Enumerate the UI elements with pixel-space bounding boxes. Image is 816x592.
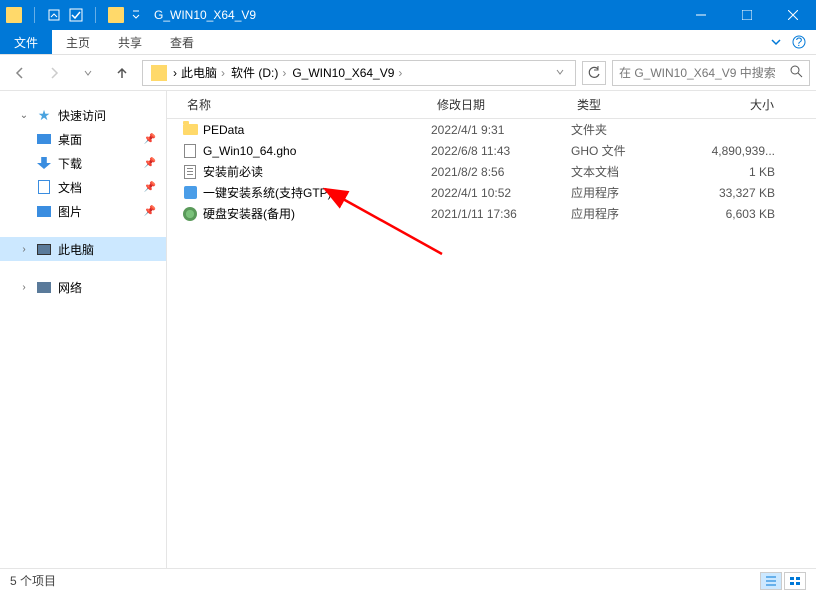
disk-icon	[183, 207, 197, 221]
refresh-button[interactable]	[582, 61, 606, 85]
crumb-folder[interactable]: G_WIN10_X64_V9›	[290, 66, 404, 80]
nav-documents[interactable]: 文档📌	[0, 175, 166, 199]
title-bar: G_WIN10_X64_V9	[0, 0, 816, 30]
chevron-right-icon[interactable]: ›	[18, 282, 30, 293]
nav-quick-access[interactable]: ⌄ ★ 快速访问	[0, 103, 166, 127]
chevron-down-icon[interactable]: ⌄	[18, 110, 30, 121]
file-list-pane: 名称 修改日期 类型 大小 PEData2022/4/1 9:31文件夹 G_W…	[167, 91, 816, 568]
maximize-button[interactable]	[724, 0, 770, 30]
icons-view-button[interactable]	[784, 572, 806, 590]
pin-icon: 📌	[144, 134, 156, 145]
col-type[interactable]: 类型	[571, 96, 681, 113]
navigation-pane: ⌄ ★ 快速访问 桌面📌 下载📌 文档📌 图片📌 ›此电脑 ›网络	[0, 91, 167, 568]
nav-this-pc[interactable]: ›此电脑	[0, 237, 166, 261]
tab-home[interactable]: 主页	[52, 30, 104, 54]
pin-icon: 📌	[144, 182, 156, 193]
ribbon: 文件 主页 共享 查看 ?	[0, 30, 816, 55]
file-icon	[184, 144, 196, 158]
search-input[interactable]: 在 G_WIN10_X64_V9 中搜索	[612, 60, 810, 86]
file-row[interactable]: 硬盘安装器(备用)2021/1/11 17:36应用程序6,603 KB	[181, 203, 816, 224]
forward-button[interactable]	[40, 61, 68, 85]
minimize-button[interactable]	[678, 0, 724, 30]
app-icon[interactable]	[6, 7, 22, 23]
file-row[interactable]: G_Win10_64.gho2022/6/8 11:43GHO 文件4,890,…	[181, 140, 816, 161]
picture-icon	[37, 206, 51, 217]
pin-icon: 📌	[144, 206, 156, 217]
col-date[interactable]: 修改日期	[431, 96, 571, 113]
help-icon[interactable]: ?	[792, 35, 806, 49]
col-name[interactable]: 名称	[181, 96, 431, 113]
details-view-button[interactable]	[760, 572, 782, 590]
folder-icon	[108, 7, 124, 23]
desktop-icon	[37, 134, 51, 144]
checkbox-icon[interactable]	[69, 8, 83, 22]
tab-share[interactable]: 共享	[104, 30, 156, 54]
crumb-pc[interactable]: 此电脑›	[179, 64, 227, 81]
up-button[interactable]	[108, 61, 136, 85]
address-bar: › 此电脑› 软件 (D:)› G_WIN10_X64_V9› 在 G_WIN1…	[0, 55, 816, 91]
quick-access-toolbar	[0, 7, 146, 23]
chevron-right-icon[interactable]: ›	[173, 66, 177, 80]
file-row[interactable]: PEData2022/4/1 9:31文件夹	[181, 119, 816, 140]
column-headers: 名称 修改日期 类型 大小	[167, 91, 816, 119]
nav-network[interactable]: ›网络	[0, 275, 166, 299]
search-placeholder: 在 G_WIN10_X64_V9 中搜索	[619, 64, 776, 81]
file-list[interactable]: PEData2022/4/1 9:31文件夹 G_Win10_64.gho202…	[167, 119, 816, 568]
breadcrumb-box[interactable]: › 此电脑› 软件 (D:)› G_WIN10_X64_V9›	[142, 60, 576, 86]
search-icon[interactable]	[790, 65, 803, 81]
nav-pictures[interactable]: 图片📌	[0, 199, 166, 223]
tab-view[interactable]: 查看	[156, 30, 208, 54]
item-count: 5 个项目	[10, 572, 56, 589]
col-size[interactable]: 大小	[681, 96, 781, 113]
folder-icon	[151, 65, 167, 81]
nav-desktop[interactable]: 桌面📌	[0, 127, 166, 151]
status-bar: 5 个项目	[0, 568, 816, 592]
svg-text:?: ?	[796, 35, 803, 49]
recent-dropdown-icon[interactable]	[74, 61, 102, 85]
download-icon	[37, 157, 51, 169]
back-button[interactable]	[6, 61, 34, 85]
address-dropdown-icon[interactable]	[549, 66, 571, 80]
app-icon	[184, 186, 197, 199]
qat-dropdown-icon[interactable]	[132, 8, 140, 22]
close-button[interactable]	[770, 0, 816, 30]
properties-icon[interactable]	[47, 8, 61, 22]
chevron-right-icon[interactable]: ›	[18, 244, 30, 255]
file-row[interactable]: 安装前必读2021/8/2 8:56文本文档1 KB	[181, 161, 816, 182]
tab-file[interactable]: 文件	[0, 30, 52, 54]
window-title: G_WIN10_X64_V9	[154, 8, 256, 22]
file-row[interactable]: 一键安装系统(支持GTP)2022/4/1 10:52应用程序33,327 KB	[181, 182, 816, 203]
folder-icon	[183, 124, 198, 135]
star-icon: ★	[36, 107, 52, 123]
text-file-icon	[184, 165, 196, 179]
network-icon	[37, 282, 51, 293]
pc-icon	[37, 244, 51, 255]
expand-ribbon-icon[interactable]	[770, 36, 782, 48]
pin-icon: 📌	[144, 158, 156, 169]
nav-downloads[interactable]: 下载📌	[0, 151, 166, 175]
crumb-drive[interactable]: 软件 (D:)›	[229, 64, 288, 81]
document-icon	[38, 180, 50, 194]
